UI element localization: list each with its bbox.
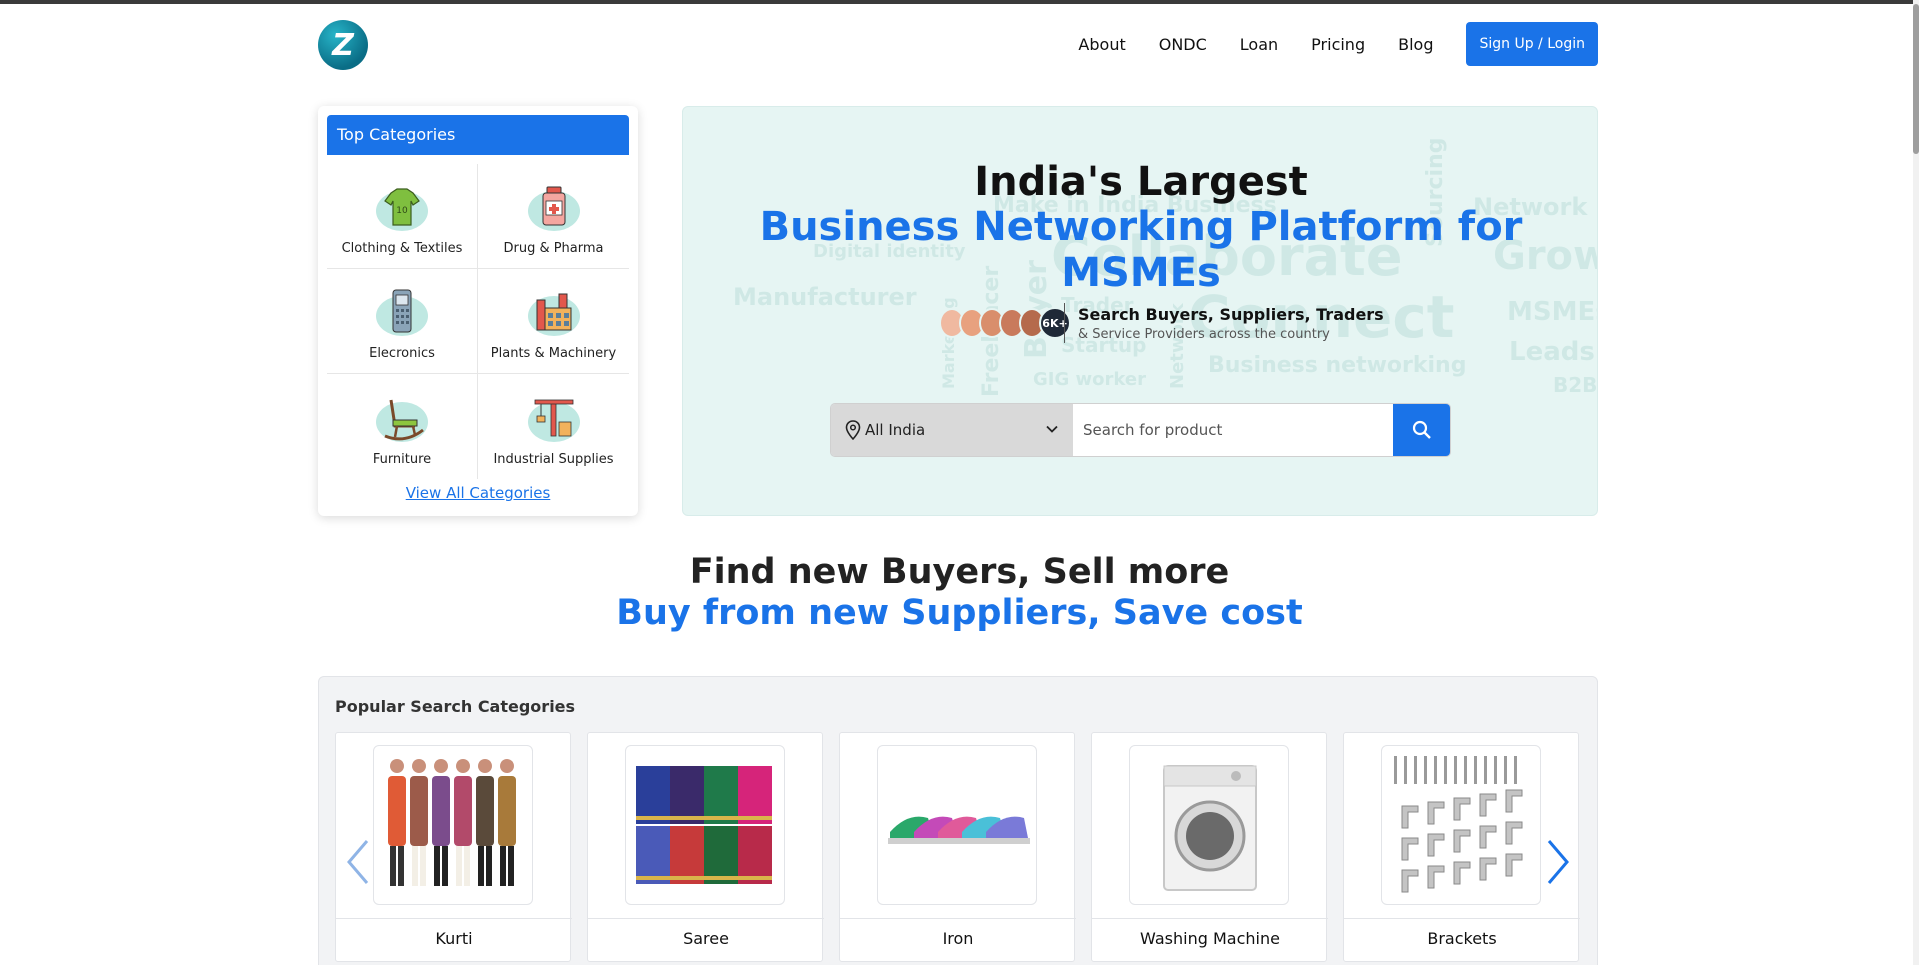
user-avatars: 6K+ — [939, 307, 1071, 339]
user-count-badge: 6K+ — [1039, 307, 1071, 339]
popular-item-label: Brackets — [1427, 929, 1497, 948]
location-value: All India — [865, 421, 926, 439]
card-divider — [1344, 918, 1580, 919]
crane-icon — [527, 399, 580, 442]
card-divider — [840, 918, 1076, 919]
category-label: Furniture — [372, 452, 432, 467]
divider — [1064, 303, 1065, 343]
hero-title: India's Largest — [974, 159, 1308, 205]
tshirt-icon: 10 — [376, 188, 428, 231]
brackets-image — [1394, 756, 1523, 893]
view-all-categories-link[interactable]: View All Categories — [318, 484, 638, 502]
hero-subtitle: Business Networking Platform for MSMEs — [759, 204, 1523, 296]
nav-pricing[interactable]: Pricing — [1311, 35, 1365, 54]
wordcloud-word: B2B — [1553, 373, 1598, 397]
location-select[interactable]: All India — [831, 404, 1073, 456]
main-nav: About ONDC Loan Pricing Blog Sign Up / L… — [1045, 22, 1598, 66]
product-search-input[interactable] — [1073, 404, 1393, 456]
category-label: Clothing & Textiles — [341, 241, 463, 256]
hero-search-subline: & Service Providers across the country — [1078, 327, 1330, 342]
hero-search-headline: Search Buyers, Suppliers, Traders — [1078, 305, 1384, 324]
category-label: Plants & Machinery — [490, 346, 617, 361]
category-label: Elecronics — [369, 346, 435, 361]
factory-icon — [527, 293, 580, 336]
popular-item-label: Iron — [942, 929, 974, 948]
category-label: Industrial Supplies — [493, 452, 614, 467]
popular-categories-title: Popular Search Categories — [335, 697, 576, 716]
popular-item-iron[interactable]: Iron — [839, 732, 1076, 962]
hero-banner: Collaborate Connect Grow Digital identit… — [682, 106, 1598, 516]
wordcloud-word: GIG worker — [1033, 369, 1146, 390]
search-icon — [1412, 420, 1431, 439]
product-image — [373, 745, 533, 905]
saree-image — [636, 766, 772, 884]
chevron-down-icon — [1046, 425, 1058, 433]
nav-about[interactable]: About — [1078, 35, 1125, 54]
washing-machine-image — [1163, 765, 1257, 891]
popular-item-saree[interactable]: Saree — [587, 732, 824, 962]
popular-categories-section: Popular Search Categories Kurti Saree Ir… — [318, 676, 1598, 965]
card-divider — [336, 918, 572, 919]
category-electronics[interactable]: Elecronics — [327, 269, 478, 374]
category-clothing[interactable]: 10 Clothing & Textiles — [327, 164, 478, 269]
product-image — [877, 745, 1037, 905]
scrollbar-thumb[interactable] — [1913, 4, 1919, 154]
card-divider — [588, 918, 824, 919]
carousel-next-arrow[interactable] — [1543, 837, 1573, 887]
tagline-line2: Buy from new Suppliers, Save cost — [616, 593, 1303, 633]
top-categories-title: Top Categories — [327, 115, 629, 155]
search-bar: All India — [831, 404, 1450, 456]
nav-loan[interactable]: Loan — [1240, 35, 1278, 54]
product-image — [1381, 745, 1541, 905]
top-border — [0, 0, 1919, 4]
nav-ondc[interactable]: ONDC — [1159, 35, 1207, 54]
category-pharma[interactable]: Drug & Pharma — [478, 164, 629, 269]
svg-text:10: 10 — [396, 206, 408, 216]
rocking-chair-icon — [376, 399, 428, 442]
tagline-line1: Find new Buyers, Sell more — [689, 552, 1230, 592]
carousel-prev-arrow[interactable] — [343, 837, 373, 887]
popular-carousel: Kurti Saree Iron Washing Machine Bracket… — [335, 732, 1580, 962]
vertical-scrollbar[interactable] — [1913, 0, 1919, 965]
card-divider — [1092, 918, 1328, 919]
logo-letter: Z — [332, 27, 354, 63]
product-image — [625, 745, 785, 905]
wordcloud-word: MSMEs — [1507, 297, 1597, 327]
medicine-icon — [527, 186, 580, 231]
popular-item-washing-machine[interactable]: Washing Machine — [1091, 732, 1328, 962]
popular-item-label: Washing Machine — [1140, 929, 1280, 948]
category-industrial[interactable]: Industrial Supplies — [478, 374, 629, 479]
nav-blog[interactable]: Blog — [1398, 35, 1433, 54]
popular-item-label: Saree — [683, 929, 729, 948]
category-label: Drug & Pharma — [503, 241, 604, 256]
iron-image — [888, 816, 1030, 844]
product-image — [1129, 745, 1289, 905]
popular-item-label: Kurti — [435, 929, 473, 948]
kurti-image — [388, 759, 516, 886]
search-button[interactable] — [1393, 404, 1450, 456]
wordcloud-word: Business networking — [1208, 353, 1467, 378]
location-pin-icon — [845, 420, 861, 440]
category-furniture[interactable]: Furniture — [327, 374, 478, 479]
phone-icon — [376, 289, 428, 336]
site-logo[interactable]: Z — [318, 20, 368, 70]
wordcloud-word: Leads — [1509, 337, 1595, 367]
top-categories-card: Top Categories 10 Clothing & Textiles Dr… — [318, 106, 638, 516]
signup-login-button[interactable]: Sign Up / Login — [1466, 22, 1598, 66]
category-machinery[interactable]: Plants & Machinery — [478, 269, 629, 374]
categories-grid: 10 Clothing & Textiles Drug & Pharma Ele… — [327, 164, 629, 479]
